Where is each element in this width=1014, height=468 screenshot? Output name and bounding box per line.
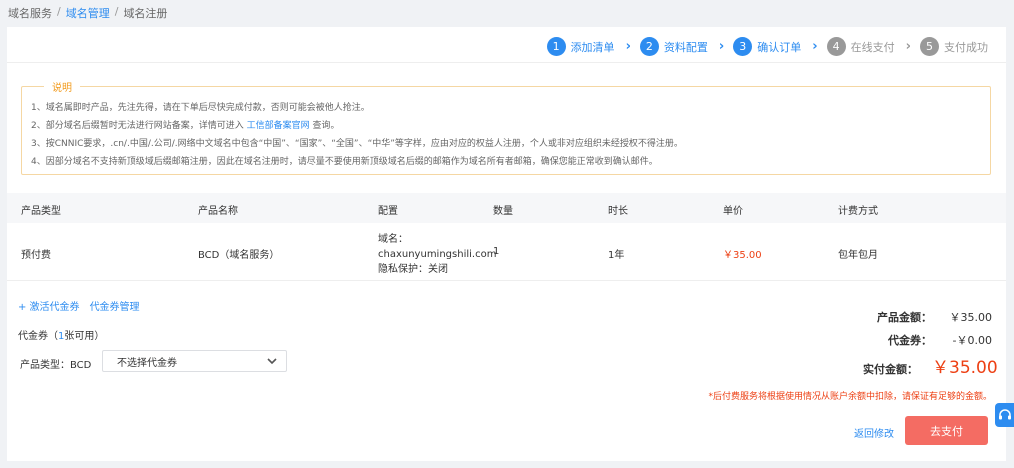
step-number: 3 [733,37,753,56]
notice-item: 4、因部分域名不支持新顶级域后缀邮箱注册，因此在域名注册时，请尽量不要使用新顶级… [31,157,658,167]
summary-paid-amount: 实付金额： ￥35.00 [850,353,998,378]
notice-item: 3、按CNNIC要求，.cn/.中国/.公司/.网络中文域名中包含“中国”、“国… [31,139,683,149]
step-label: 资料配置 [663,40,708,54]
voucher-count-prefix: 代金券（ [18,331,58,342]
chevron-down-icon [267,358,277,365]
order-card: 1 添加清单 › 2 资料配置 › 3 确认订单 › 4 在线支付 › 5 支付… [7,27,1006,461]
chevron-right-icon: › [812,39,818,54]
voucher-select[interactable]: 不选择代金券 [102,350,287,372]
product-amount-value: ￥35.00 [949,311,993,324]
cell-quantity: 1 [493,246,500,257]
column-header-name: 产品名称 [198,206,238,217]
cell-billing: 包年包月 [838,250,878,261]
breadcrumb-item-domain-management[interactable]: 域名管理 [66,5,110,21]
notice-list: 1、域名属即时产品，先注先得，请在下单后尽快完成付款，否则可能会被他人抢注。 2… [31,99,683,171]
voucher-count-suffix: 张可用） [64,331,105,342]
table-row: 预付费 BCD（域名服务） 域名： chaxunyumingshili.com … [7,223,1006,281]
config-domain-label: 域名： [378,234,408,245]
column-header-billing: 计费方式 [838,206,878,217]
voucher-count: 代金券（1张可用） [18,327,104,342]
table-header: 产品类型 产品名称 配置 数量 时长 单价 计费方式 [7,193,1006,223]
notice-item-suffix: 查询。 [312,121,340,131]
notice-item-text: 2、部分域名后缀暂时无法进行网站备案，详情可进入 [31,121,244,131]
step-config: 2 资料配置 [639,37,708,56]
chevron-right-icon: › [718,39,725,54]
step-confirm-order: 3 确认订单 [733,37,801,56]
config-privacy: 隐私保护：关闭 [378,264,448,275]
cell-price: ￥35.00 [723,250,762,261]
notice-title: 说明 [44,79,80,94]
column-header-type: 产品类型 [21,206,61,217]
step-payment-success: 5 支付成功 [920,37,988,56]
icp-filing-link[interactable]: 工信部备案官网 [247,121,310,131]
headset-icon [998,409,1011,420]
cell-type: 预付费 [21,250,51,261]
breadcrumb-item-domain-service[interactable]: 域名服务 [8,5,52,21]
voucher-amount-value: -￥0.00 [952,334,992,347]
chevron-right-icon: › [905,39,911,54]
step-number: 1 [546,37,566,56]
cell-name: BCD（域名服务） [198,250,280,261]
step-number: 4 [826,37,846,56]
step-label: 在线支付 [850,40,895,54]
config-domain-value: chaxunyumingshili.com [378,249,497,260]
voucher-links: + 激活代金券 代金券管理 [18,298,140,313]
step-label: 确认订单 [757,40,802,54]
step-number: 2 [639,37,659,56]
billing-note: *后付费服务将根据使用情况从账户余额中扣除，请保证有足够的金额。 [708,392,992,402]
breadcrumb: 域名服务 / 域名管理 / 域名注册 [8,5,167,21]
cell-duration: 1年 [608,250,625,261]
notice-box: 说明 1、域名属即时产品，先注先得，请在下单后尽快完成付款，否则可能会被他人抢注… [21,79,991,175]
step-label: 支付成功 [944,40,988,54]
cell-config: 域名： chaxunyumingshili.com 隐私保护：关闭 [378,232,496,277]
column-header-duration: 时长 [608,206,628,217]
column-header-quantity: 数量 [493,206,513,217]
step-online-payment: 4 在线支付 [826,37,895,56]
step-number: 5 [920,37,939,56]
pay-button[interactable]: 去支付 [905,416,988,445]
breadcrumb-separator: / [114,5,119,18]
column-header-config: 配置 [378,206,398,217]
support-tab[interactable] [995,403,1014,427]
voucher-amount-label: 代金券： [888,334,932,347]
summary-product-amount: 产品金额： ￥35.00 [864,309,992,325]
notice-item: 1、域名属即时产品，先注先得，请在下单后尽快完成付款，否则可能会被他人抢注。 [31,103,370,113]
back-modify-link[interactable]: 返回修改 [854,425,894,440]
product-amount-label: 产品金额： [877,311,932,324]
step-label: 添加清单 [570,40,615,54]
breadcrumb-separator: / [57,5,61,18]
activate-voucher-link[interactable]: + 激活代金券 [18,298,80,313]
summary-voucher: 代金券： -￥0.00 [864,332,992,348]
voucher-product-type-label: 产品类型：BCD [20,360,92,371]
column-header-price: 单价 [723,206,743,217]
chevron-right-icon: › [625,39,631,54]
step-add-list: 1 添加清单 [546,37,615,56]
voucher-management-link[interactable]: 代金券管理 [90,298,140,313]
notice-item: 2、部分域名后缀暂时无法进行网站备案，详情可进入 工信部备案官网 查询。 [31,117,683,135]
paid-amount-label: 实付金额： [863,363,918,376]
voucher-select-value: 不选择代金券 [117,357,177,369]
progress-steps: 1 添加清单 › 2 资料配置 › 3 确认订单 › 4 在线支付 › 5 支付… [546,37,988,56]
paid-amount-value: ￥35.00 [932,358,998,378]
header-divider [7,62,1006,63]
breadcrumb-item-domain-registration: 域名注册 [123,7,168,20]
